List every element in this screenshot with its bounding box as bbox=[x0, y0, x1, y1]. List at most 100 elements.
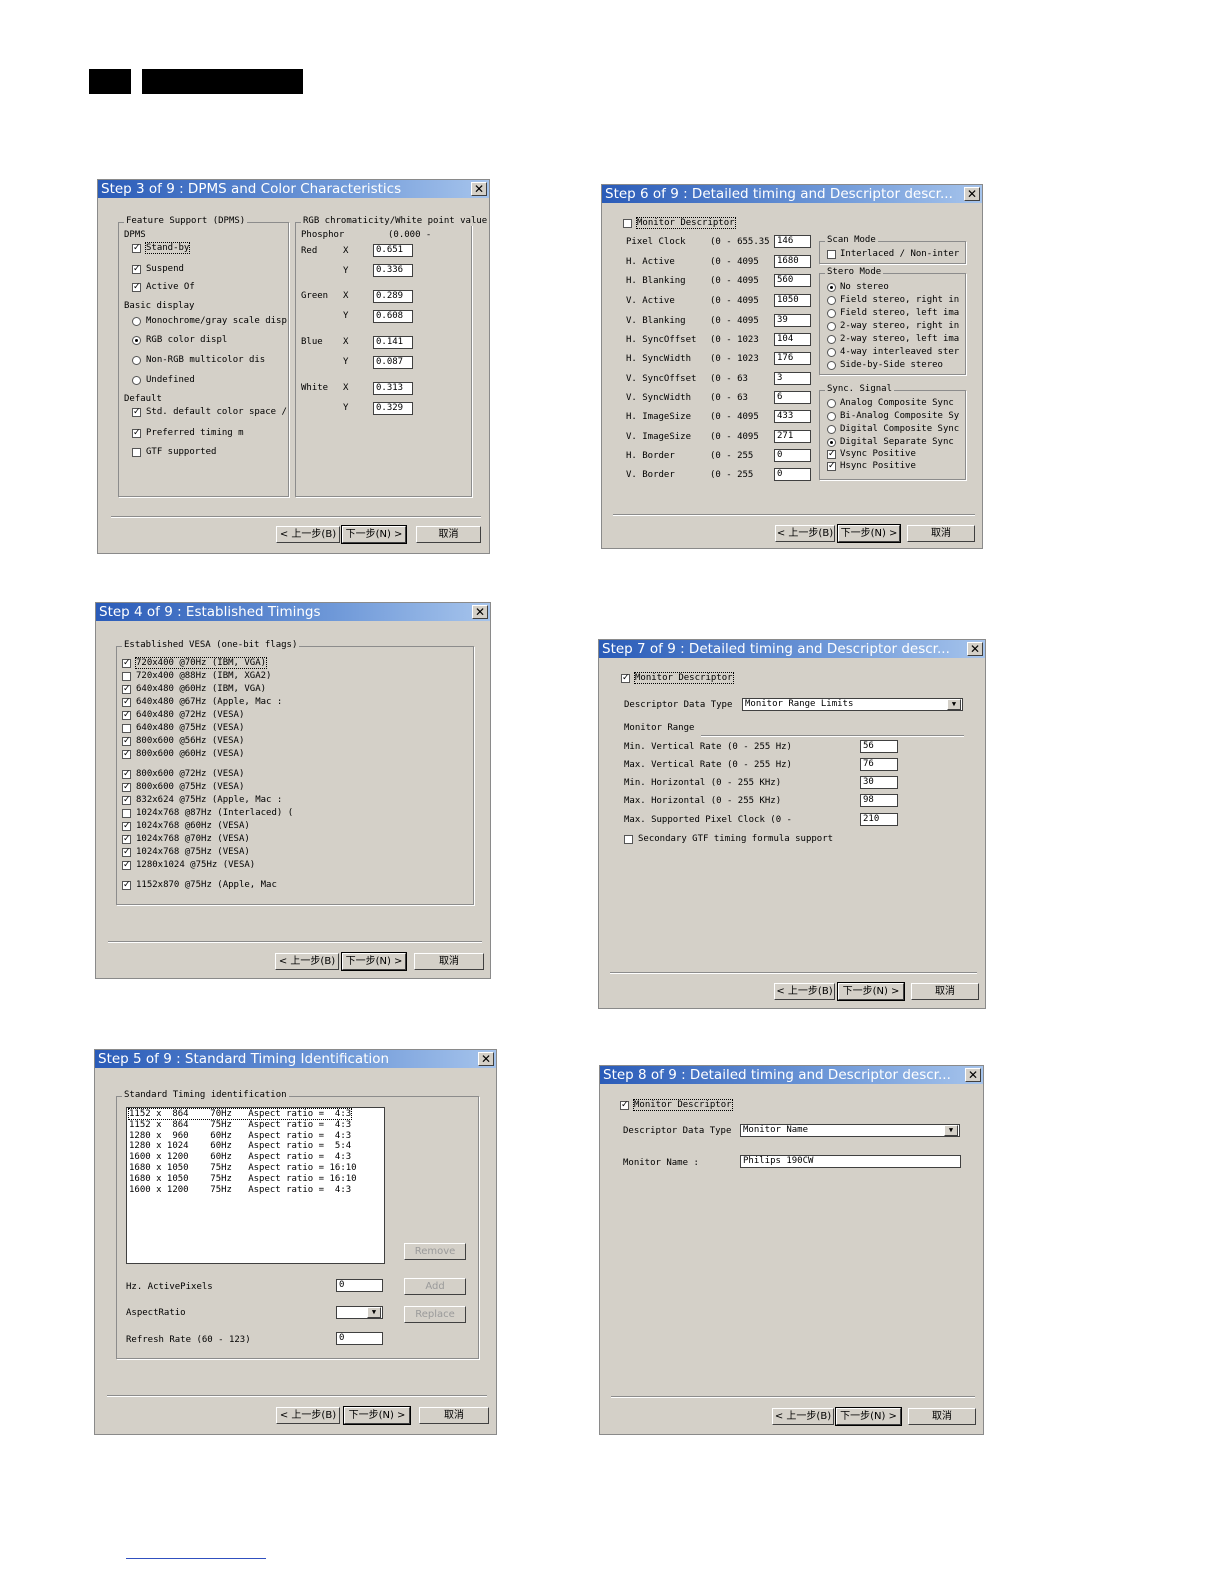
range-input[interactable]: 98 bbox=[860, 794, 898, 807]
cancel-button[interactable]: 取消 bbox=[416, 526, 481, 543]
std-default-checkbox[interactable]: ✓ bbox=[132, 408, 141, 417]
secondary-gtf-checkbox[interactable] bbox=[624, 835, 633, 844]
param-input[interactable]: 3 bbox=[774, 372, 811, 385]
stereo-radio[interactable] bbox=[827, 335, 836, 344]
cancel-button[interactable]: 取消 bbox=[419, 1407, 489, 1424]
chevron-down-icon[interactable]: ▼ bbox=[944, 1125, 958, 1136]
white-x-input[interactable]: 0.313 bbox=[373, 382, 413, 395]
timing-checkbox[interactable]: ✓ bbox=[122, 835, 131, 844]
stereo-radio[interactable] bbox=[827, 322, 836, 331]
range-input[interactable]: 30 bbox=[860, 776, 898, 789]
back-button[interactable]: < 上一步(B) bbox=[775, 525, 835, 542]
close-button[interactable]: ✕ bbox=[472, 605, 488, 619]
close-button[interactable]: ✕ bbox=[478, 1052, 494, 1066]
timing-checkbox[interactable]: ✓ bbox=[122, 796, 131, 805]
param-input[interactable]: 39 bbox=[774, 314, 811, 327]
timing-checkbox[interactable] bbox=[122, 724, 131, 733]
list-item[interactable]: 1680 x 1050 75Hz Aspect ratio = 16:10 bbox=[129, 1163, 357, 1173]
stereo-radio[interactable] bbox=[827, 361, 836, 370]
back-button[interactable]: < 上一步(B) bbox=[275, 953, 339, 970]
close-button[interactable]: ✕ bbox=[967, 642, 983, 656]
range-input[interactable]: 210 bbox=[860, 813, 898, 826]
range-input[interactable]: 76 bbox=[860, 758, 898, 771]
param-input[interactable]: 0 bbox=[774, 468, 811, 481]
data-type-select[interactable]: Monitor Name ▼ bbox=[740, 1124, 960, 1137]
sync-radio[interactable] bbox=[827, 425, 836, 434]
monitor-name-input[interactable]: Philips 190CW bbox=[740, 1155, 961, 1168]
timing-checkbox[interactable]: ✓ bbox=[122, 711, 131, 720]
back-button[interactable]: < 上一步(B) bbox=[276, 526, 340, 543]
next-button[interactable]: 下一步(N) > bbox=[835, 1407, 902, 1426]
stereo-radio[interactable] bbox=[827, 348, 836, 357]
param-input[interactable]: 6 bbox=[774, 391, 811, 404]
param-input[interactable]: 104 bbox=[774, 333, 811, 346]
param-input[interactable]: 1050 bbox=[774, 294, 811, 307]
blue-x-input[interactable]: 0.141 bbox=[373, 336, 413, 349]
white-y-input[interactable]: 0.329 bbox=[373, 402, 413, 415]
close-button[interactable]: ✕ bbox=[965, 1068, 981, 1082]
list-item[interactable]: 1152 x 864 70Hz Aspect ratio = 4:3 bbox=[127, 1108, 353, 1120]
timing-checkbox[interactable]: ✓ bbox=[122, 770, 131, 779]
list-item[interactable]: 1600 x 1200 75Hz Aspect ratio = 4:3 bbox=[129, 1185, 351, 1195]
red-y-input[interactable]: 0.336 bbox=[373, 264, 413, 277]
back-button[interactable]: < 上一步(B) bbox=[276, 1407, 340, 1424]
timing-checkbox[interactable]: ✓ bbox=[122, 848, 131, 857]
next-button[interactable]: 下一步(N) > bbox=[341, 525, 407, 544]
preferred-checkbox[interactable]: ✓ bbox=[132, 429, 141, 438]
aspect-ratio-select[interactable]: ▼ bbox=[336, 1306, 383, 1319]
mono-radio[interactable] bbox=[132, 317, 141, 326]
hsync-checkbox[interactable]: ✓ bbox=[827, 462, 836, 471]
monitor-descriptor-checkbox[interactable]: ✓ bbox=[620, 1101, 629, 1110]
data-type-select[interactable]: Monitor Range Limits ▼ bbox=[742, 698, 963, 711]
monitor-descriptor-checkbox[interactable] bbox=[623, 219, 632, 228]
standby-checkbox[interactable]: ✓ bbox=[132, 244, 141, 253]
red-x-input[interactable]: 0.651 bbox=[373, 244, 413, 257]
param-input[interactable]: 176 bbox=[774, 352, 811, 365]
stereo-radio[interactable] bbox=[827, 283, 836, 292]
monitor-descriptor-checkbox[interactable]: ✓ bbox=[621, 674, 630, 683]
interlaced-checkbox[interactable] bbox=[827, 250, 836, 259]
list-item[interactable]: 1680 x 1050 75Hz Aspect ratio = 16:10 bbox=[129, 1174, 357, 1184]
next-button[interactable]: 下一步(N) > bbox=[341, 952, 407, 971]
param-input[interactable]: 0 bbox=[774, 449, 811, 462]
param-input[interactable]: 560 bbox=[774, 274, 811, 287]
close-button[interactable]: ✕ bbox=[964, 187, 980, 201]
vsync-checkbox[interactable]: ✓ bbox=[827, 450, 836, 459]
timing-checkbox[interactable]: ✓ bbox=[122, 698, 131, 707]
next-button[interactable]: 下一步(N) > bbox=[837, 982, 905, 1001]
timing-checkbox[interactable] bbox=[122, 672, 131, 681]
green-y-input[interactable]: 0.608 bbox=[373, 310, 413, 323]
next-button[interactable]: 下一步(N) > bbox=[837, 524, 901, 543]
undefined-radio[interactable] bbox=[132, 376, 141, 385]
list-item[interactable]: 1280 x 1024 60Hz Aspect ratio = 5:4 bbox=[129, 1141, 351, 1151]
cancel-button[interactable]: 取消 bbox=[911, 983, 979, 1000]
stereo-radio[interactable] bbox=[827, 309, 836, 318]
sync-radio[interactable] bbox=[827, 412, 836, 421]
cancel-button[interactable]: 取消 bbox=[907, 525, 975, 542]
cancel-button[interactable]: 取消 bbox=[908, 1408, 976, 1425]
timing-checkbox[interactable]: ✓ bbox=[122, 659, 131, 668]
timing-checkbox[interactable]: ✓ bbox=[122, 783, 131, 792]
cancel-button[interactable]: 取消 bbox=[414, 953, 484, 970]
param-input[interactable]: 1680 bbox=[774, 255, 811, 268]
active-off-checkbox[interactable]: ✓ bbox=[132, 283, 141, 292]
suspend-checkbox[interactable]: ✓ bbox=[132, 265, 141, 274]
next-button[interactable]: 下一步(N) > bbox=[343, 1406, 411, 1425]
param-input[interactable]: 146 bbox=[774, 235, 811, 248]
timing-checkbox[interactable]: ✓ bbox=[122, 737, 131, 746]
back-button[interactable]: < 上一步(B) bbox=[772, 1408, 834, 1425]
gtf-checkbox[interactable] bbox=[132, 448, 141, 457]
param-input[interactable]: 271 bbox=[774, 430, 811, 443]
list-item[interactable]: 1280 x 960 60Hz Aspect ratio = 4:3 bbox=[129, 1131, 351, 1141]
timing-checkbox[interactable]: ✓ bbox=[122, 822, 131, 831]
refresh-rate-input[interactable]: 0 bbox=[336, 1332, 383, 1345]
chevron-down-icon[interactable]: ▼ bbox=[947, 699, 961, 710]
list-item[interactable]: 1600 x 1200 60Hz Aspect ratio = 4:3 bbox=[129, 1152, 351, 1162]
blue-y-input[interactable]: 0.087 bbox=[373, 356, 413, 369]
sync-radio[interactable] bbox=[827, 438, 836, 447]
remove-button[interactable]: Remove bbox=[404, 1243, 466, 1260]
standard-timing-list[interactable]: 1152 x 864 70Hz Aspect ratio = 4:3 1152 x… bbox=[126, 1107, 385, 1264]
sync-radio[interactable] bbox=[827, 399, 836, 408]
back-button[interactable]: < 上一步(B) bbox=[774, 983, 835, 1000]
stereo-radio[interactable] bbox=[827, 296, 836, 305]
